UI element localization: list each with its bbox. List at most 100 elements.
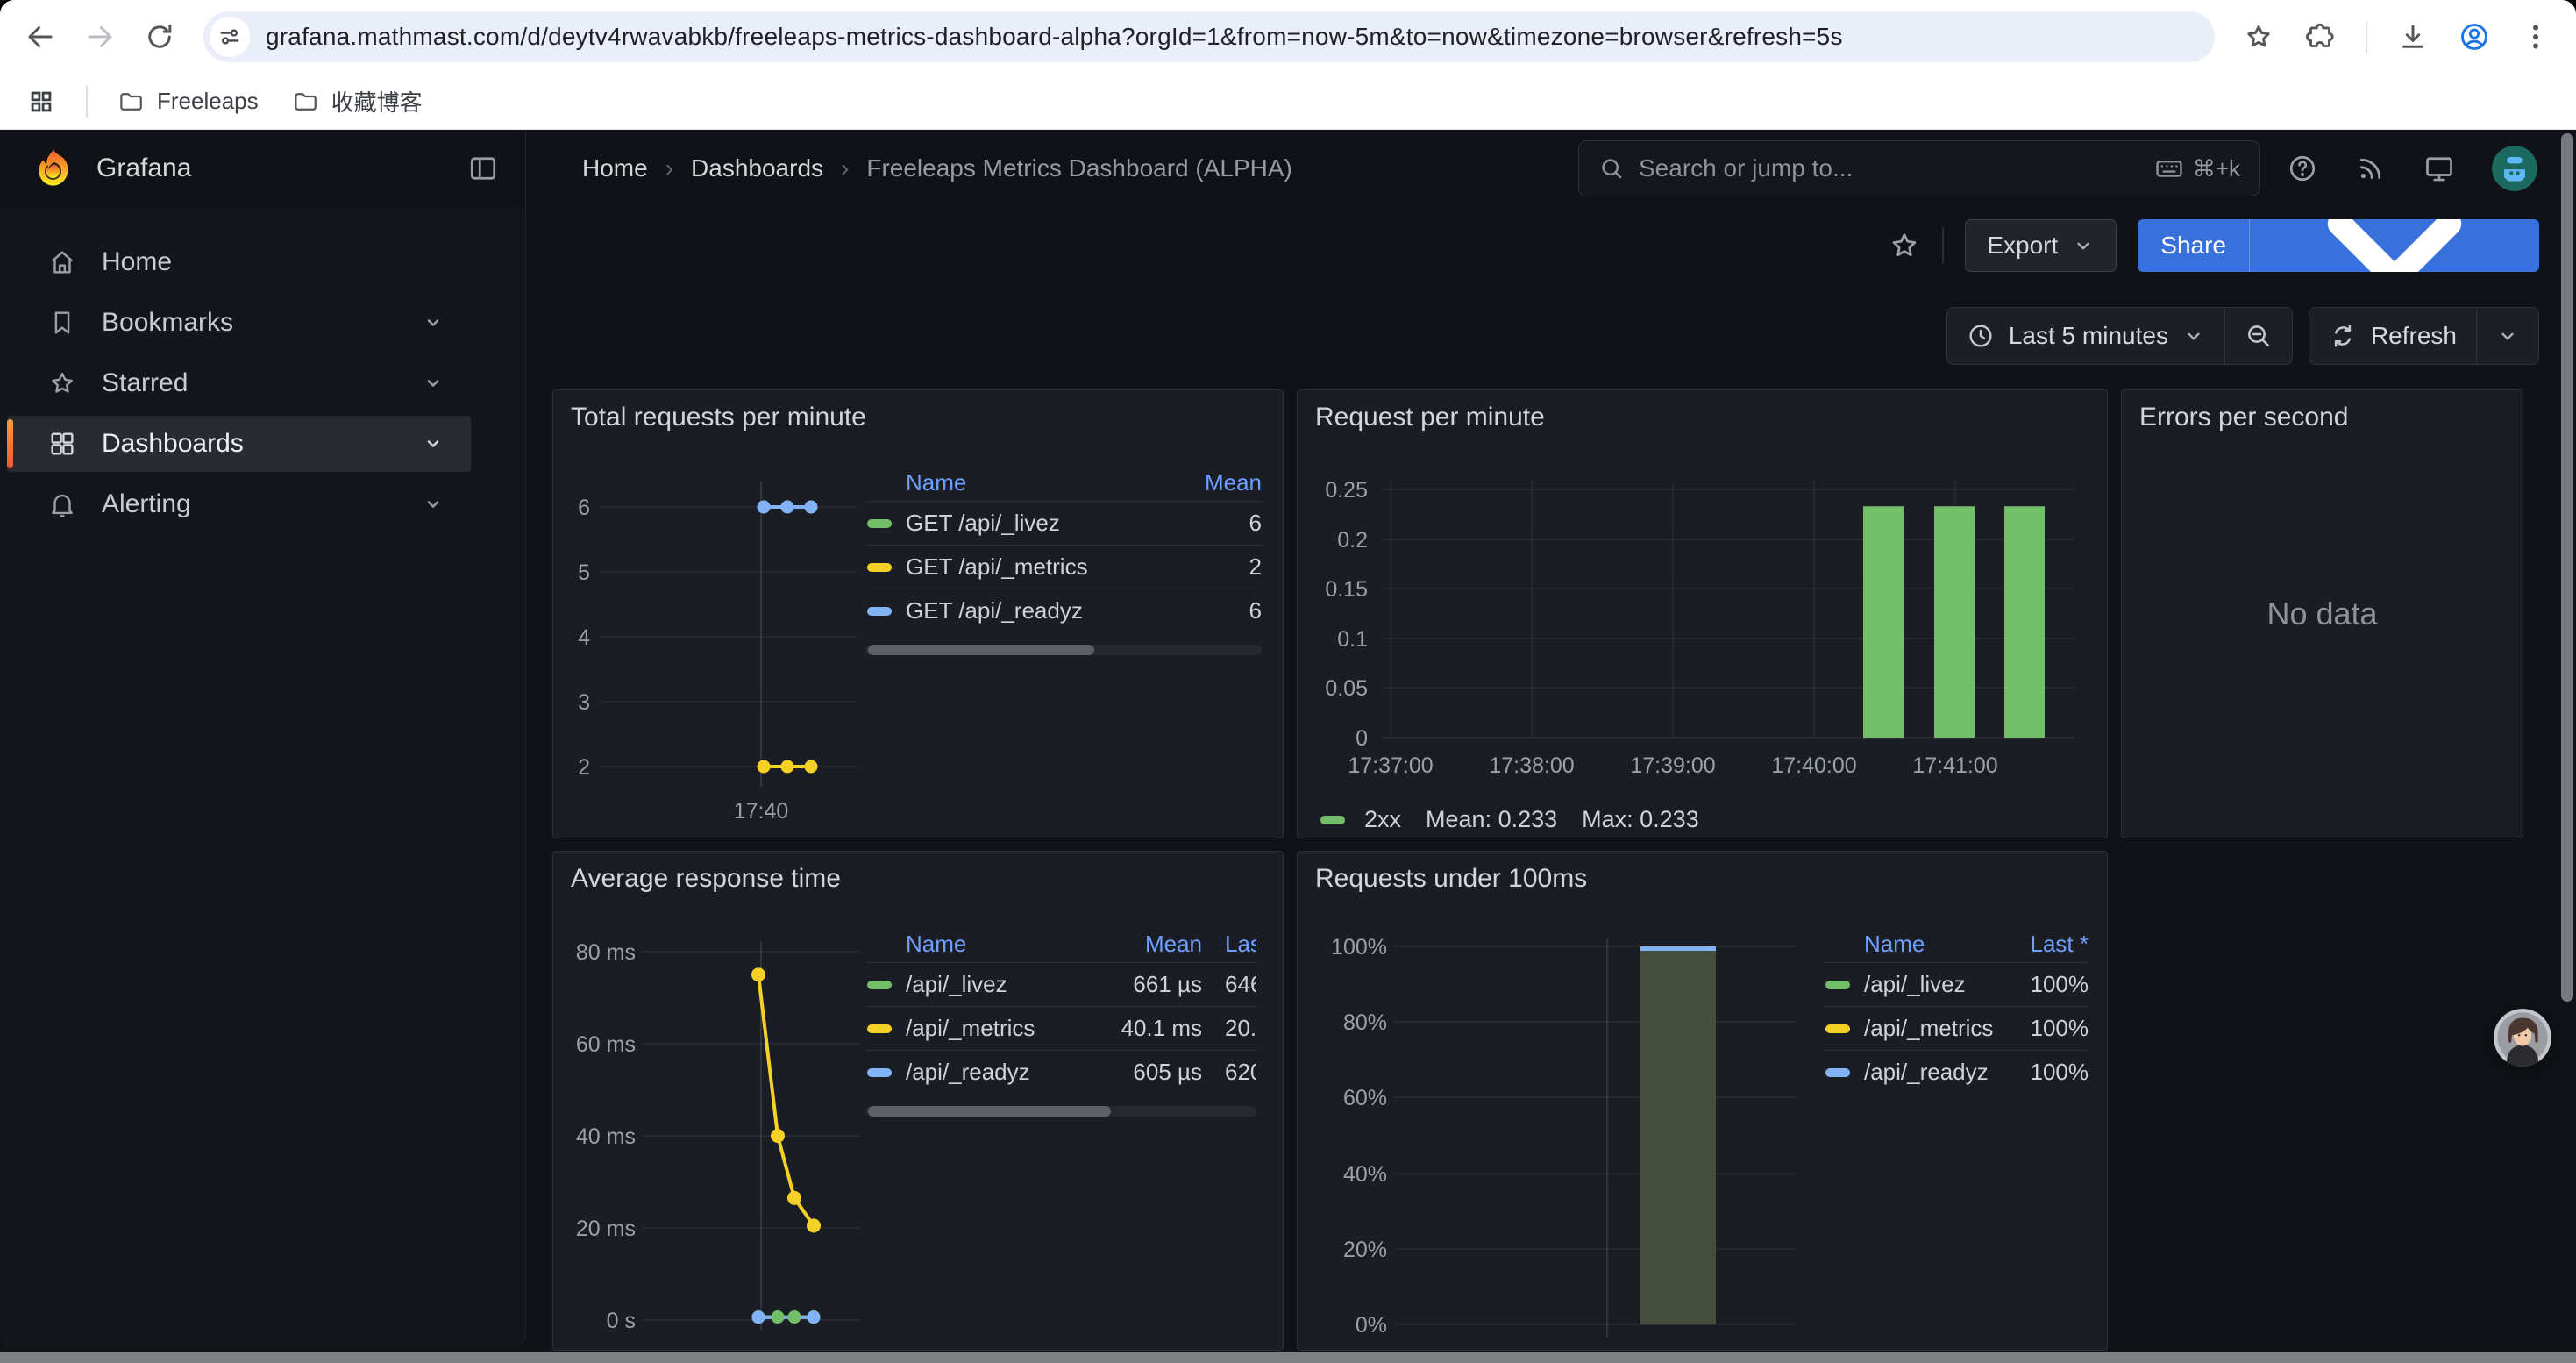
vertical-scrollbar[interactable] <box>2561 133 2573 1002</box>
legend-scrollbar-thumb[interactable] <box>868 645 1094 655</box>
horizontal-scrollbar[interactable] <box>0 1352 2576 1363</box>
bookmarks-list: Freeleaps 收藏博客 <box>117 85 423 118</box>
bookmark-item[interactable]: 收藏博客 <box>292 85 423 118</box>
legend-col-1[interactable]: Mean <box>1183 469 1262 496</box>
bookmark-page-icon[interactable] <box>2243 21 2274 53</box>
legend-col-name[interactable]: Name <box>1824 931 2001 958</box>
sidebar-item-dashboards[interactable]: Dashboards <box>7 416 471 472</box>
sidebar-item-starred[interactable]: Starred <box>7 355 471 411</box>
bar-chart-requests-under-100ms[interactable]: 100%80%60%40%20%0%17:40 <box>1303 925 1807 1348</box>
legend-row[interactable]: /api/_readyz100% <box>1824 1050 2089 1094</box>
folder-icon <box>292 89 318 115</box>
forward-icon[interactable] <box>84 21 116 53</box>
grafana-logo-icon[interactable] <box>32 146 75 190</box>
svg-text:20 ms: 20 ms <box>576 1217 636 1241</box>
series-label: GET /api/_livez <box>906 510 1060 537</box>
url-text[interactable]: grafana.mathmast.com/d/deytv4rwavabkb/fr… <box>266 23 1843 51</box>
site-settings-icon[interactable] <box>210 17 250 57</box>
star-dashboard-icon[interactable] <box>1888 229 1921 262</box>
legend-col-name[interactable]: Name <box>865 469 1183 496</box>
legend-row[interactable]: /api/_metrics100% <box>1824 1006 2089 1050</box>
legend-value: 646 µs <box>1202 971 1256 998</box>
kiosk-monitor-icon[interactable] <box>2423 153 2455 184</box>
svg-text:3: 3 <box>578 690 590 715</box>
sidebar-item-bookmarks[interactable]: Bookmarks <box>7 295 471 351</box>
url-bar[interactable]: grafana.mathmast.com/d/deytv4rwavabkb/fr… <box>203 11 2215 62</box>
news-rss-icon[interactable] <box>2355 153 2387 184</box>
sidebar-toggle-icon[interactable] <box>467 153 499 184</box>
legend-table: NameMeanLast * /api/_livez661 µs646 µs/ap… <box>865 925 1256 1117</box>
help-icon[interactable] <box>2287 153 2318 184</box>
legend-scrollbar[interactable] <box>865 645 1262 655</box>
zoom-out-button[interactable] <box>2224 308 2292 364</box>
legend-col-1[interactable]: Last * <box>2001 931 2089 958</box>
sidebar-item-home[interactable]: Home <box>7 234 471 290</box>
chevron-down-icon[interactable] <box>420 370 446 396</box>
chevron-down-icon[interactable] <box>420 310 446 336</box>
share-menu-button[interactable] <box>2249 219 2539 272</box>
breadcrumb: Home›Dashboards›Freeleaps Metrics Dashbo… <box>582 130 1292 207</box>
chevron-down-icon <box>2072 234 2095 257</box>
bookmark-item[interactable]: Freeleaps <box>117 85 259 118</box>
legend-col-2[interactable]: Last * <box>1202 931 1256 958</box>
legend-row[interactable]: GET /api/_readyz6 <box>865 589 1262 632</box>
sidebar-item-alerting[interactable]: Alerting <box>7 476 471 532</box>
legend-scrollbar-thumb[interactable] <box>868 1106 1111 1117</box>
apps-grid-icon[interactable] <box>26 87 56 117</box>
back-icon[interactable] <box>25 21 56 53</box>
panel-title[interactable]: Request per minute <box>1315 403 1545 432</box>
refresh-interval-button[interactable] <box>2476 308 2538 364</box>
export-button[interactable]: Export <box>1965 219 2117 272</box>
profile-icon[interactable] <box>2459 21 2490 53</box>
legend-col-1[interactable]: Mean <box>1097 931 1202 958</box>
legend-row[interactable]: /api/_metrics40.1 ms20.5 ms <box>865 1006 1256 1050</box>
series-color-pill <box>1825 1068 1850 1077</box>
sidebar: HomeBookmarksStarredDashboardsAlerting <box>0 207 526 1347</box>
share-button[interactable]: Share <box>2138 219 2249 272</box>
legend-row[interactable]: /api/_livez661 µs646 µs <box>865 962 1256 1006</box>
svg-text:100%: 100% <box>1331 935 1387 960</box>
refresh-button[interactable]: Refresh <box>2309 308 2476 364</box>
bar-chart-request-per-minute[interactable]: 0.250.20.150.10.05017:37:0017:38:0017:39… <box>1303 464 2088 793</box>
legend-row[interactable]: GET /api/_metrics2 <box>865 545 1262 589</box>
legend-row[interactable]: GET /api/_livez6 <box>865 501 1262 545</box>
legend-row[interactable]: /api/_readyz605 µs620 µs <box>865 1050 1256 1094</box>
breadcrumb-item[interactable]: Dashboards <box>691 154 823 182</box>
legend-value: 100% <box>2001 971 2089 998</box>
search-input[interactable]: Search or jump to... ⌘+k <box>1578 140 2260 196</box>
menu-kebab-icon[interactable] <box>2520 21 2551 53</box>
legend-scrollbar[interactable] <box>865 1106 1256 1117</box>
user-avatar[interactable] <box>2492 146 2537 191</box>
browser-actions <box>2243 21 2551 53</box>
series-label: /api/_livez <box>1864 971 1966 998</box>
svg-text:4: 4 <box>578 625 590 650</box>
assistant-avatar[interactable] <box>2494 1009 2551 1067</box>
svg-text:5: 5 <box>578 560 590 585</box>
breadcrumb-item[interactable]: Freeleaps Metrics Dashboard (ALPHA) <box>866 154 1292 182</box>
series-color-pill <box>1825 1024 1850 1033</box>
legend-table: NameLast * /api/_livez 100% /api/_metrics10… <box>1824 925 2089 1094</box>
line-chart-average-response[interactable]: 80 ms60 ms40 ms20 ms0 s17:40 <box>559 925 865 1338</box>
time-picker-group: Last 5 minutes <box>1946 307 2293 365</box>
legend-inline[interactable]: 2xx Mean: 0.233 Max: 0.233 <box>1320 806 1699 833</box>
refresh-group: Refresh <box>2309 307 2539 365</box>
reload-icon[interactable] <box>144 21 175 53</box>
chevron-down-icon[interactable] <box>420 431 446 457</box>
extensions-icon[interactable] <box>2304 21 2336 53</box>
legend-col-name[interactable]: Name <box>865 931 1097 958</box>
line-chart-total-requests[interactable]: 6543217:40 <box>559 464 865 825</box>
panel-title[interactable]: Average response time <box>571 864 841 894</box>
bell-icon <box>47 489 77 519</box>
downloads-icon[interactable] <box>2397 21 2429 53</box>
chevron-down-icon[interactable] <box>420 491 446 517</box>
folder-icon <box>117 89 144 115</box>
series-color-pill <box>867 563 892 572</box>
series-label: GET /api/_readyz <box>906 597 1083 624</box>
bookmark-icon <box>47 308 77 338</box>
time-range-picker[interactable]: Last 5 minutes <box>1947 308 2224 364</box>
breadcrumb-item[interactable]: Home <box>582 154 648 182</box>
legend-row[interactable]: /api/_livez 100% <box>1824 962 2089 1006</box>
legend-value: 2 <box>1183 553 1262 581</box>
panel-title[interactable]: Requests under 100ms <box>1315 864 1587 894</box>
panel-title[interactable]: Total requests per minute <box>571 403 866 432</box>
